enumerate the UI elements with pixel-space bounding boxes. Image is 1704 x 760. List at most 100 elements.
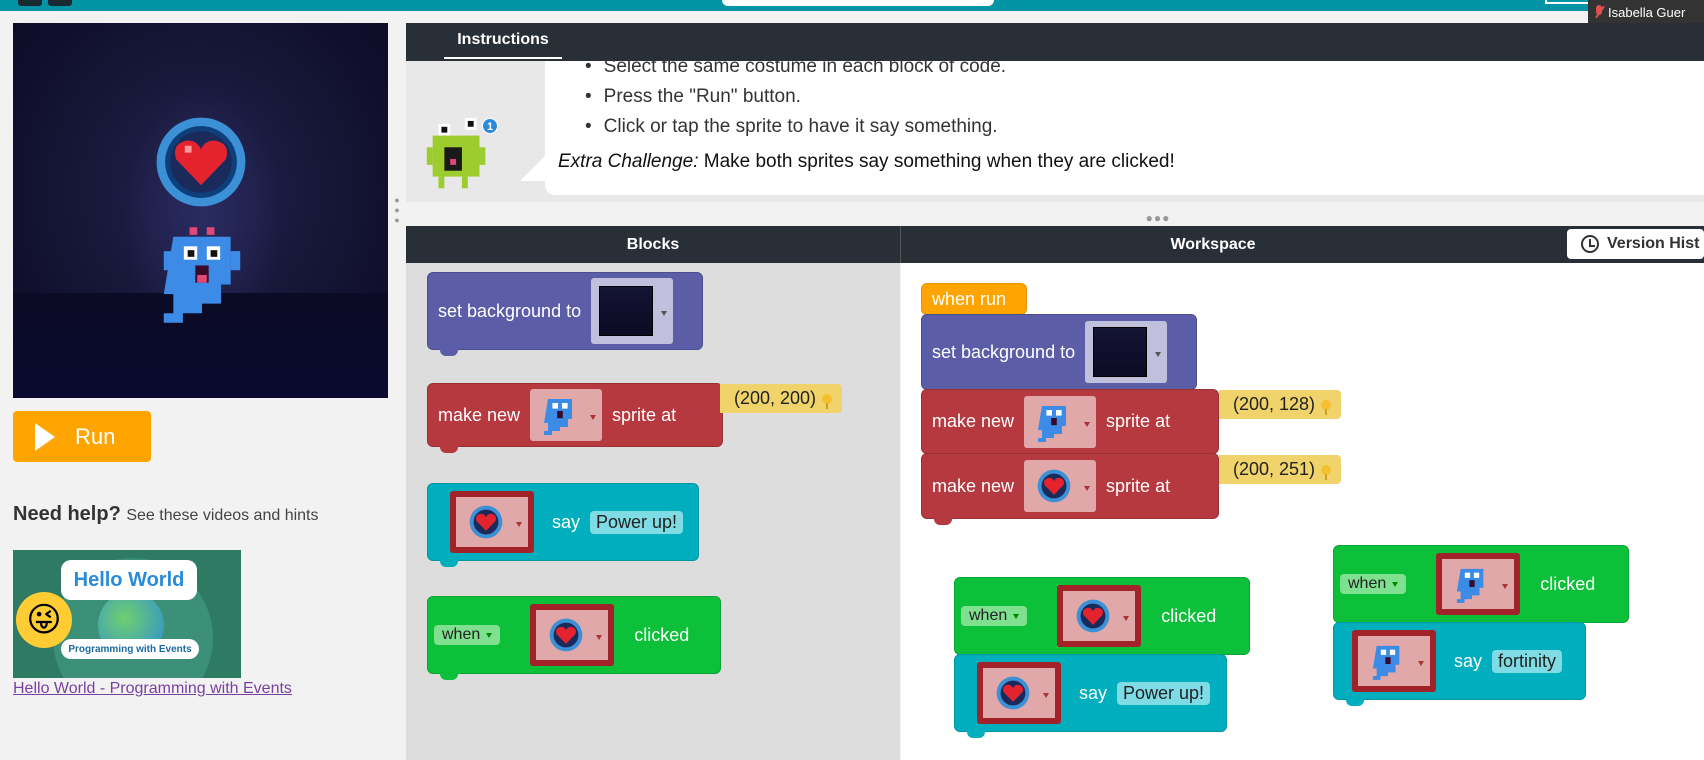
- notification-badge: 1: [482, 118, 498, 134]
- background-thumbnail: [1093, 327, 1148, 377]
- location-picker[interactable]: (200, 251): [1219, 455, 1342, 484]
- when-label: when: [969, 607, 1008, 624]
- dropdown-arrow-icon: [590, 415, 597, 420]
- coordinate-value: (200, 200): [734, 388, 817, 408]
- run-button-label: Run: [75, 423, 116, 449]
- version-history-button[interactable]: Version Hist: [1567, 229, 1704, 259]
- block-label: sprite at: [1106, 411, 1171, 431]
- version-history-label: Version Hist: [1607, 235, 1700, 252]
- ghost-costume-dropdown[interactable]: [530, 389, 603, 441]
- instructions-list: Select the same costume in each block of…: [589, 52, 1006, 142]
- user-badge: Isabella Guer: [1588, 0, 1704, 24]
- ghost-costume-dropdown[interactable]: [1352, 630, 1436, 692]
- blocks-title: Blocks: [626, 235, 680, 253]
- when-label: when: [1348, 575, 1387, 592]
- background-dropdown[interactable]: [591, 278, 674, 344]
- vertical-resize-handle[interactable]: ● ● ●: [394, 195, 400, 225]
- user-name: Isabella Guer: [1608, 4, 1686, 20]
- ghost-icon: [1457, 568, 1484, 603]
- heart-icon: [996, 676, 1030, 710]
- when-run-block[interactable]: when run: [921, 283, 1027, 315]
- pin-icon: [1321, 399, 1332, 415]
- video-thumbnail[interactable]: Hello World Programming with Events 😜: [13, 550, 241, 678]
- heart-costume-dropdown[interactable]: [1057, 585, 1142, 647]
- dropdown-arrow-icon: [1392, 581, 1399, 587]
- make-new-sprite-block[interactable]: make new sprite at: [921, 453, 1219, 525]
- make-new-sprite-block[interactable]: make new sprite at: [427, 383, 723, 453]
- workspace-header: Blocks Workspace: [406, 226, 1704, 263]
- block-label: set background to: [932, 341, 1076, 362]
- when-heart-clicked-block[interactable]: when clicked: [954, 577, 1250, 655]
- heart-costume-dropdown[interactable]: [1024, 460, 1097, 512]
- dropdown-arrow-icon: [1084, 421, 1091, 427]
- winking-emoji-icon: 😜: [16, 592, 72, 648]
- block-label: when run: [932, 288, 1007, 309]
- user-menu-button[interactable]: [1545, 0, 1591, 4]
- instruction-item: Click or tap the sprite to have it say s…: [589, 112, 1006, 142]
- horizontal-resize-handle[interactable]: ●●●: [1143, 211, 1173, 225]
- game-stage[interactable]: [13, 23, 388, 398]
- say-text-input[interactable]: Power up!: [1117, 681, 1211, 705]
- ghost-say-block[interactable]: say fortinity: [1333, 622, 1586, 706]
- heart-icon: [549, 618, 583, 652]
- when-dropdown[interactable]: when: [961, 606, 1028, 626]
- level-progress[interactable]: [722, 0, 994, 6]
- thumbnail-title: Hello World: [61, 560, 197, 600]
- block-label: clicked: [634, 624, 690, 645]
- when-ghost-clicked-block[interactable]: when clicked: [1333, 545, 1629, 623]
- block-label: sprite at: [1106, 475, 1171, 496]
- say-text-input[interactable]: Power up!: [590, 510, 684, 534]
- dropdown-arrow-icon: [1155, 352, 1162, 357]
- say-text-input[interactable]: fortinity: [1492, 649, 1563, 673]
- extra-challenge: Extra Challenge: Make both sprites say s…: [558, 151, 1175, 173]
- dropdown-arrow-icon: [661, 311, 668, 316]
- location-picker[interactable]: (200, 128): [1219, 390, 1342, 419]
- dropdown-arrow-icon: [1084, 486, 1091, 491]
- mic-off-icon: [1594, 5, 1604, 19]
- heart-icon: [1037, 469, 1071, 503]
- dropdown-arrow-icon: [596, 635, 603, 640]
- dropdown-arrow-icon: [1013, 613, 1020, 619]
- block-label: say: [1079, 682, 1108, 703]
- heart-say-block[interactable]: say Power up!: [954, 654, 1227, 738]
- heart-costume-dropdown[interactable]: [530, 604, 615, 666]
- ghost-sprite[interactable]: [159, 227, 245, 323]
- heart-costume-dropdown[interactable]: [450, 491, 534, 553]
- block-label: say: [1454, 650, 1483, 671]
- heart-icon: [469, 505, 503, 539]
- help-subtitle: See these videos and hints: [126, 507, 319, 524]
- heart-costume-dropdown[interactable]: [977, 662, 1061, 724]
- make-new-sprite-block[interactable]: make new sprite at: [921, 389, 1219, 454]
- dropdown-arrow-icon: [1502, 584, 1509, 589]
- dropdown-arrow-icon: [1043, 693, 1049, 698]
- ghost-icon: [544, 399, 573, 435]
- when-dropdown[interactable]: when: [1340, 574, 1407, 594]
- dropdown-arrow-icon: [516, 522, 522, 527]
- video-link[interactable]: Hello World - Programming with Events: [13, 680, 292, 698]
- background-dropdown[interactable]: [1085, 321, 1168, 383]
- say-block[interactable]: say Power up!: [427, 483, 699, 567]
- thumbnail-subtitle: Programming with Events: [61, 639, 199, 659]
- ghost-costume-dropdown[interactable]: [1024, 395, 1097, 448]
- helper-bot-avatar[interactable]: 1: [426, 118, 498, 200]
- play-icon: [35, 422, 55, 451]
- heart-sprite[interactable]: [154, 115, 248, 209]
- when-dropdown[interactable]: when: [434, 625, 501, 645]
- set-background-block[interactable]: set background to: [427, 272, 703, 356]
- logo-icon[interactable]: [18, 0, 42, 6]
- tab-instructions[interactable]: Instructions: [444, 23, 562, 59]
- when-clicked-block[interactable]: when clicked: [427, 596, 721, 680]
- run-button[interactable]: Run: [13, 411, 151, 462]
- help-title: Need help?: [13, 503, 121, 525]
- block-label: make new: [438, 404, 521, 425]
- set-background-block[interactable]: set background to: [921, 314, 1197, 390]
- instruction-item: Select the same costume in each block of…: [589, 52, 1006, 82]
- location-picker[interactable]: (200, 200): [720, 384, 843, 413]
- menu-icon[interactable]: [48, 0, 72, 6]
- ghost-costume-dropdown[interactable]: [1436, 553, 1521, 615]
- block-label: sprite at: [612, 404, 677, 425]
- clock-icon: [1581, 235, 1599, 253]
- pin-icon: [822, 393, 833, 409]
- coordinate-value: (200, 128): [1233, 394, 1316, 414]
- pin-icon: [1321, 464, 1332, 480]
